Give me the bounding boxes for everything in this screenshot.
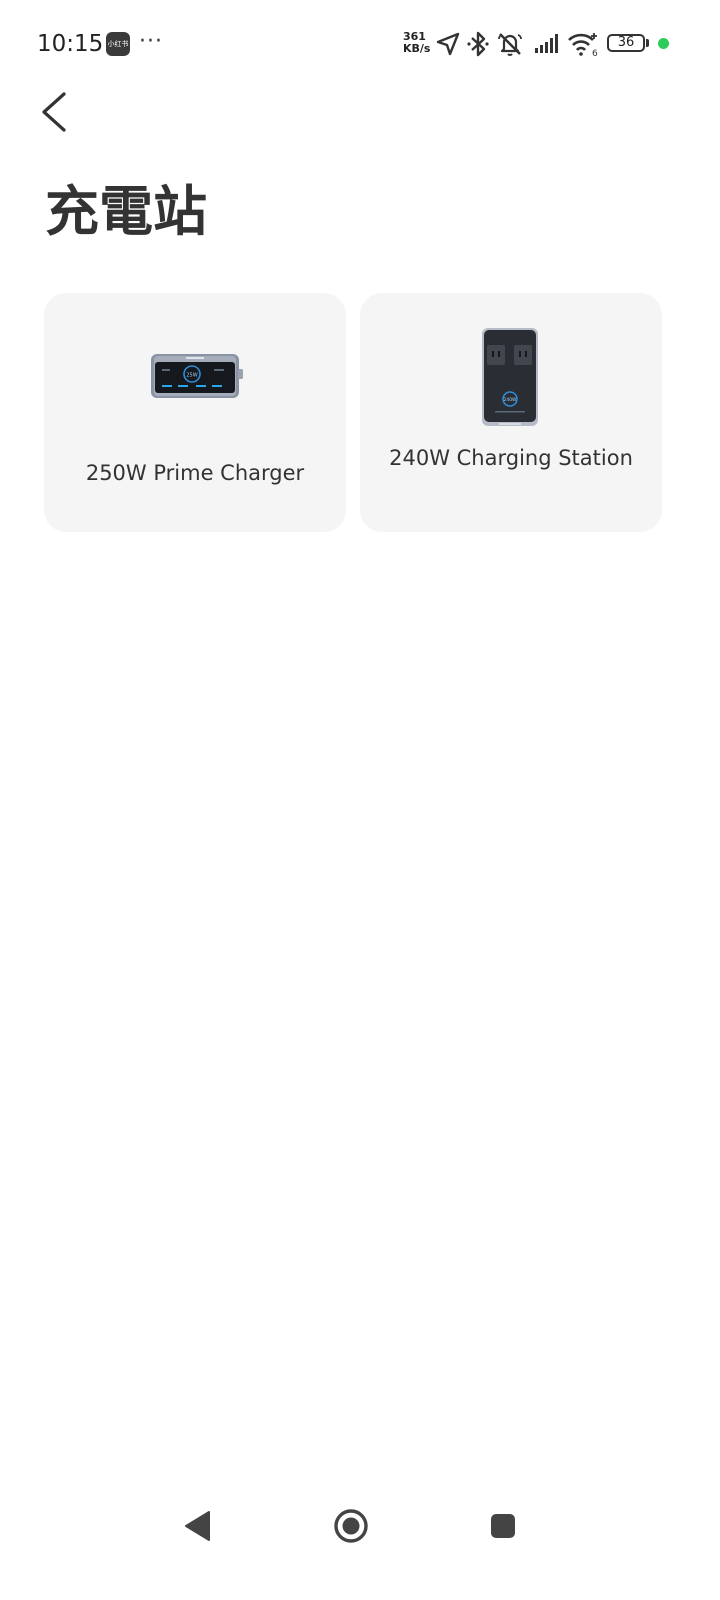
battery-tip <box>646 39 649 47</box>
svg-text:6: 6 <box>592 49 598 58</box>
back-triangle-icon <box>185 1511 210 1541</box>
recents-square-icon <box>491 1514 515 1538</box>
more-notifications-icon: ··· <box>139 29 163 54</box>
battery-icon: 36 <box>607 34 645 52</box>
prime-charger-image: 25W <box>151 354 243 398</box>
device-name: 250W Prime Charger <box>85 461 305 485</box>
device-card-charging-station[interactable]: 240W 240W Charging Station <box>360 293 662 532</box>
status-bar: 10:15 小红书 ··· 361 KB/s 6 36 <box>0 0 720 88</box>
chevron-left-icon <box>42 92 66 132</box>
system-navigation-bar <box>0 1480 720 1570</box>
page-title: 充電站 <box>45 180 207 243</box>
wifi-icon: 6 <box>568 33 598 58</box>
app-notification-icon: 小红书 <box>106 32 130 56</box>
location-icon <box>436 32 460 56</box>
svg-text:240W: 240W <box>503 397 517 403</box>
signal-icon <box>535 34 558 53</box>
status-time: 10:15 <box>37 31 104 57</box>
network-speed-unit: KB/s <box>403 42 431 55</box>
bluetooth-icon <box>467 31 489 57</box>
charging-station-image: 240W <box>482 328 538 426</box>
nav-back-button[interactable] <box>176 1504 220 1548</box>
privacy-indicator-dot <box>658 38 669 49</box>
back-button[interactable] <box>30 84 86 140</box>
nav-recents-button[interactable] <box>481 1504 525 1548</box>
network-speed: 361 KB/s <box>403 31 433 55</box>
device-name: 240W Charging Station <box>389 446 633 470</box>
home-circle-icon <box>334 1509 368 1543</box>
nav-home-button[interactable] <box>329 1504 373 1548</box>
mute-icon <box>498 33 522 56</box>
svg-text:25W: 25W <box>186 373 197 379</box>
device-card-prime-charger[interactable]: 25W 250W Prime Charger <box>44 293 346 532</box>
